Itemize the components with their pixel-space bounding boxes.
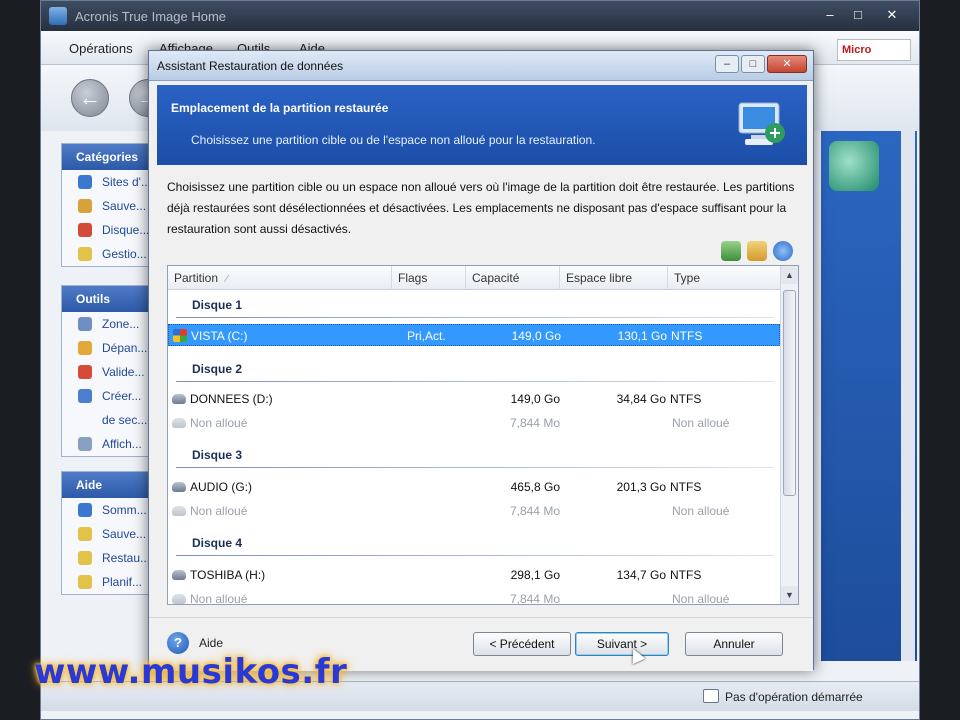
partition-row[interactable]: DONNEES (D:) 149,0 Go 34,84 Go NTFS — [168, 388, 780, 410]
group-label: Disque 4 — [192, 536, 243, 550]
globe-icon — [78, 175, 92, 189]
app-titlebar: Acronis True Image Home – □ ✕ — [41, 1, 919, 31]
scroll-up-icon[interactable]: ▲ — [781, 266, 798, 284]
dialog-minimize-button[interactable]: – — [715, 55, 739, 73]
restore-icon — [78, 551, 92, 565]
summary-icon — [78, 503, 92, 517]
scroll-down-icon[interactable]: ▼ — [781, 586, 798, 604]
disk-icon — [172, 482, 186, 492]
add-disk-icon[interactable] — [721, 241, 741, 261]
previous-button[interactable]: < Précédent — [473, 632, 571, 656]
column-partition[interactable]: Partition ⁄ — [168, 266, 392, 290]
backup-icon — [78, 199, 92, 213]
partition-row[interactable]: TOSHIBA (H:) 298,1 Go 134,7 Go NTFS — [168, 564, 780, 586]
create-icon — [78, 389, 92, 403]
dialog-close-button[interactable]: ✕ — [767, 55, 807, 73]
dialog-maximize-button[interactable]: □ — [741, 55, 765, 73]
column-flags[interactable]: Flags — [392, 266, 466, 290]
backup-icon — [78, 527, 92, 541]
brand-logo: Micro — [837, 39, 911, 61]
disk-icon — [172, 418, 186, 428]
dialog-subheading: Choisissez une partition cible ou de l'e… — [191, 133, 596, 147]
main-content-area — [821, 131, 917, 661]
group-label: Disque 1 — [192, 298, 243, 312]
column-capacity[interactable]: Capacité — [466, 266, 560, 290]
task-icon — [78, 247, 92, 261]
disk-icon — [172, 594, 186, 604]
partition-list: Partition ⁄ Flags Capacité Espace libre T… — [167, 265, 799, 605]
wizard-illustration-icon — [829, 141, 879, 191]
maximize-button[interactable]: □ — [845, 5, 871, 25]
display-icon — [78, 437, 92, 451]
column-type[interactable]: Type — [668, 266, 780, 290]
schedule-icon — [78, 575, 92, 589]
group-disque-1: Disque 1 — [168, 292, 780, 320]
group-label: Disque 2 — [192, 362, 243, 376]
disk-icon — [172, 394, 186, 404]
windows-icon — [173, 329, 187, 342]
partition-row[interactable]: VISTA (C:) Pri,Act. 149,0 Go 130,1 Go NT… — [168, 324, 780, 346]
partition-row-disabled: Non alloué 7,844 Mo Non alloué — [168, 500, 780, 522]
app-icon — [49, 7, 67, 25]
watermark: www.musikos.fr — [34, 652, 348, 692]
brand-label: Micro — [842, 44, 872, 56]
scroll-thumb[interactable] — [783, 290, 796, 496]
list-header: Partition ⁄ Flags Capacité Espace libre T… — [168, 266, 780, 290]
restore-wizard-dialog: Assistant Restauration de données – □ ✕ Em… — [148, 50, 814, 671]
partition-row-disabled: Non alloué 7,844 Mo Non alloué — [168, 412, 780, 434]
validate-icon — [78, 365, 92, 379]
restore-computer-icon — [738, 102, 785, 145]
disk-icon — [172, 570, 186, 580]
disk-icon — [172, 506, 186, 516]
back-arrow-icon[interactable]: ← — [71, 79, 109, 117]
repair-icon — [78, 341, 92, 355]
column-free-space[interactable]: Espace libre — [560, 266, 668, 290]
cancel-button[interactable]: Annuler — [685, 632, 783, 656]
dialog-title: Assistant Restauration de données — [157, 59, 344, 73]
status-text: Pas d'opération démarrée — [725, 690, 863, 704]
group-disque-2: Disque 2 — [168, 356, 780, 384]
app-title: Acronis True Image Home — [75, 9, 227, 24]
help-link[interactable]: Aide — [199, 636, 223, 650]
group-label: Disque 3 — [192, 448, 243, 462]
disk-icon — [78, 223, 92, 237]
list-scrollbar[interactable]: ▲ ▼ — [780, 266, 798, 604]
partition-row[interactable]: AUDIO (G:) 465,8 Go 201,3 Go NTFS — [168, 476, 780, 498]
help-icon[interactable]: ? — [167, 632, 189, 654]
menu-operations[interactable]: Opérations — [69, 41, 133, 56]
zone-icon — [78, 317, 92, 331]
partition-row-disabled: Non alloué 7,844 Mo Non alloué — [168, 588, 780, 604]
task-status-icon — [703, 689, 719, 703]
new-folder-icon[interactable] — [747, 241, 767, 261]
dialog-titlebar: Assistant Restauration de données – □ ✕ — [149, 51, 813, 81]
minimize-button[interactable]: – — [817, 5, 843, 25]
dialog-description: Choisissez une partition cible ou un esp… — [167, 180, 795, 236]
group-disque-4: Disque 4 — [168, 530, 780, 558]
info-icon[interactable] — [773, 241, 793, 261]
sort-icon: ⁄ — [226, 274, 228, 285]
group-disque-3: Disque 3 — [168, 442, 780, 470]
next-button[interactable]: Suivant > — [575, 632, 669, 656]
list-toolbar — [715, 241, 793, 264]
close-button[interactable]: ✕ — [879, 5, 905, 25]
dialog-header: Emplacement de la partition restaurée Ch… — [157, 85, 807, 165]
main-scrollbar[interactable] — [901, 131, 915, 661]
dialog-heading: Emplacement de la partition restaurée — [171, 101, 389, 115]
